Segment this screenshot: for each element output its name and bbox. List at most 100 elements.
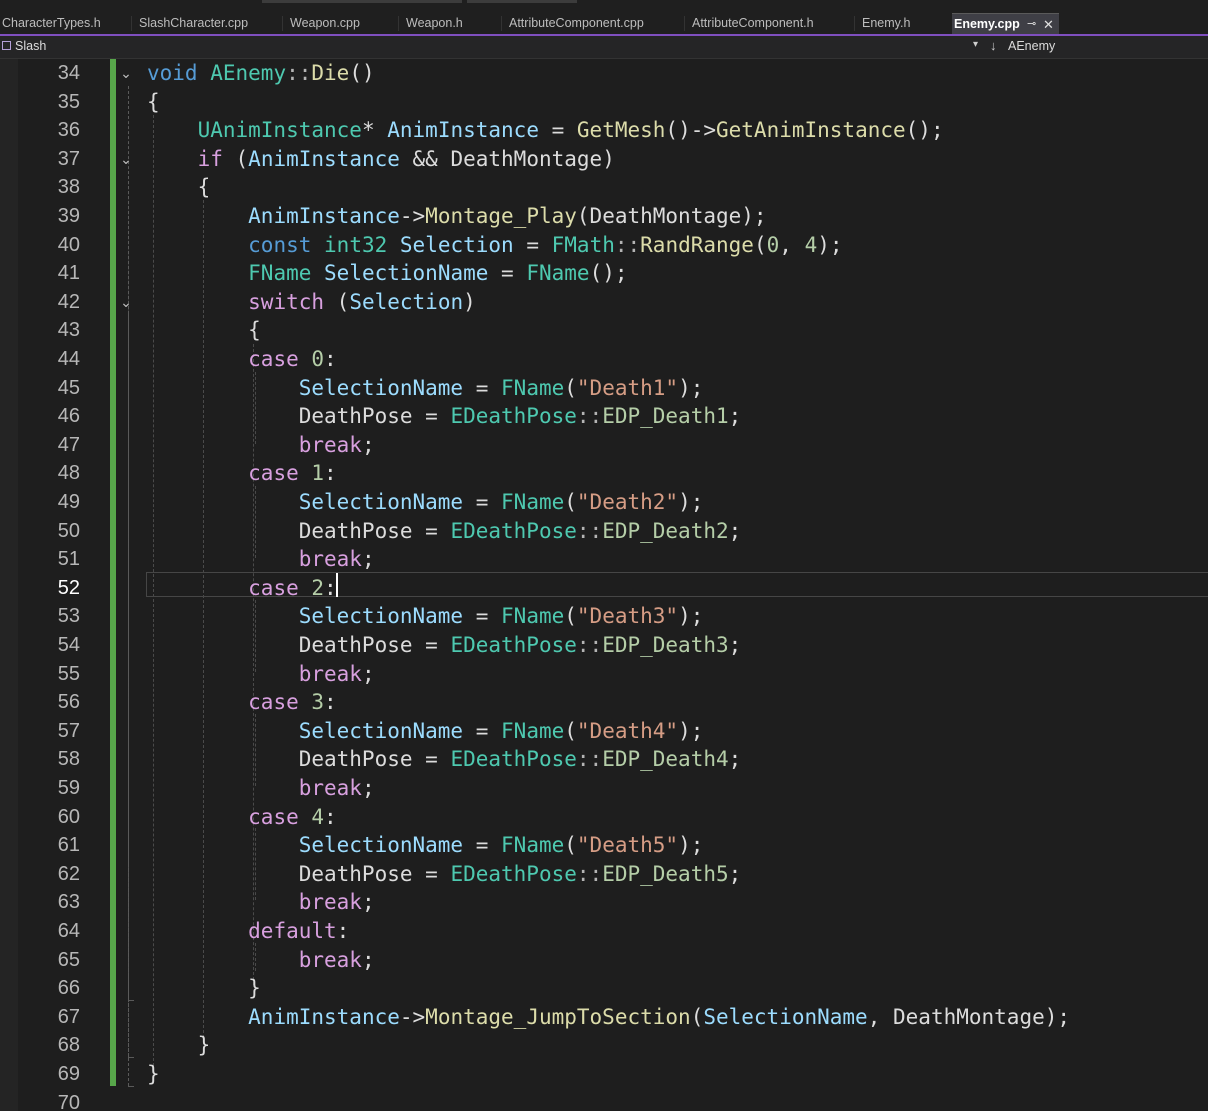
code-line[interactable]: 61 SelectionName = FName("Death5"); bbox=[0, 831, 1208, 860]
code-text: UAnimInstance* AnimInstance = GetMesh()-… bbox=[147, 116, 944, 145]
code-token: SelectionName bbox=[298, 375, 464, 400]
code-token: DeathMontage bbox=[589, 204, 742, 228]
code-token: = bbox=[488, 261, 527, 286]
line-number: 55 bbox=[57, 662, 80, 685]
code-token: = bbox=[412, 518, 451, 543]
code-line[interactable]: 49 SelectionName = FName("Death2"); bbox=[0, 488, 1208, 517]
code-token: EDeathPose bbox=[450, 404, 577, 429]
code-token: = bbox=[412, 861, 451, 886]
fold-chevron-icon[interactable]: ⌄ bbox=[119, 146, 133, 175]
code-line[interactable]: 63 break; bbox=[0, 888, 1208, 917]
code-token: DeathPose bbox=[298, 518, 413, 543]
line-number: 53 bbox=[57, 605, 80, 628]
code-line[interactable]: 60 case 4: bbox=[0, 803, 1208, 832]
tab-enemy-h[interactable]: Enemy.h bbox=[854, 13, 950, 34]
fold-chevron-icon[interactable]: ⌄ bbox=[119, 60, 133, 89]
code-line[interactable]: 36 UAnimInstance* AnimInstance = GetMesh… bbox=[0, 116, 1208, 145]
project-dropdown[interactable]: Slash bbox=[15, 39, 46, 53]
pin-icon[interactable]: ⊸ bbox=[1027, 14, 1036, 35]
code-line[interactable]: 35 { bbox=[0, 88, 1208, 117]
code-line[interactable]: 66 } bbox=[0, 974, 1208, 1003]
line-number: 35 bbox=[57, 90, 80, 113]
toolbar-edge bbox=[262, 0, 462, 3]
code-line[interactable]: 46 DeathPose = EDeathPose::EDP_Death1; bbox=[0, 402, 1208, 431]
line-number: 50 bbox=[57, 519, 80, 542]
code-line[interactable]: 65 break; bbox=[0, 946, 1208, 975]
code-line[interactable]: 37 ⌄ if (AnimInstance && DeathMontage) bbox=[0, 145, 1208, 174]
code-token: "Death5" bbox=[576, 833, 679, 858]
code-line[interactable]: 44 case 0: bbox=[0, 345, 1208, 374]
code-text: case 0: bbox=[147, 345, 337, 374]
code-line[interactable]: 40 const int32 Selection = FMath::RandRa… bbox=[0, 231, 1208, 260]
tab-slashcharacter-cpp[interactable]: SlashCharacter.cpp bbox=[131, 13, 282, 34]
code-line[interactable]: 41 FName SelectionName = FName(); bbox=[0, 259, 1208, 288]
code-token: ; bbox=[361, 432, 375, 457]
code-token: DeathPose bbox=[298, 747, 413, 772]
code-line[interactable]: 57 SelectionName = FName("Death4"); bbox=[0, 717, 1208, 746]
code-token: ; bbox=[361, 547, 375, 572]
code-token: { bbox=[147, 89, 160, 114]
code-line[interactable]: 55 break; bbox=[0, 660, 1208, 689]
code-token: = bbox=[513, 232, 552, 257]
member-dropdown[interactable]: AEnemy bbox=[1008, 39, 1055, 53]
tab-weapon-cpp[interactable]: Weapon.cpp bbox=[282, 13, 398, 34]
code-token: FName bbox=[248, 261, 312, 286]
code-token: ) bbox=[463, 289, 476, 314]
code-line[interactable]: 59 break; bbox=[0, 774, 1208, 803]
tab-charactertypes-h[interactable]: CharacterTypes.h bbox=[0, 13, 130, 34]
code-line[interactable]: 45 SelectionName = FName("Death1"); bbox=[0, 374, 1208, 403]
code-token: (); bbox=[589, 261, 628, 286]
code-token: = bbox=[463, 604, 502, 629]
code-editor[interactable]: 34 ⌄ void AEnemy::Die() 35{36 UAnimInstance… bbox=[0, 59, 1208, 1111]
code-text: case 1: bbox=[147, 459, 337, 488]
code-line[interactable]: 47 break; bbox=[0, 431, 1208, 460]
chevron-down-icon[interactable]: ▾ bbox=[973, 39, 978, 50]
line-number: 37 bbox=[57, 147, 80, 170]
code-token: { bbox=[147, 318, 261, 343]
code-line[interactable]: 38 { bbox=[0, 173, 1208, 202]
close-icon[interactable]: ✕ bbox=[1043, 14, 1054, 35]
tab-label: Weapon.cpp bbox=[290, 16, 360, 30]
tab-attributecomponent-h[interactable]: AttributeComponent.h bbox=[684, 13, 855, 34]
code-line[interactable]: 43 { bbox=[0, 316, 1208, 345]
code-line[interactable]: 34 ⌄ void AEnemy::Die() bbox=[0, 59, 1208, 88]
code-token: ; bbox=[361, 776, 375, 800]
code-token: FName bbox=[501, 718, 565, 743]
fold-chevron-icon[interactable]: ⌄ bbox=[119, 289, 133, 318]
code-text: SelectionName = FName("Death1"); bbox=[147, 374, 704, 403]
line-number: 38 bbox=[57, 176, 80, 199]
code-line[interactable]: 67 AnimInstance->Montage_JumpToSection(S… bbox=[0, 1003, 1208, 1032]
code-line[interactable]: 68 } bbox=[0, 1031, 1208, 1060]
code-line[interactable]: 48 case 1: bbox=[0, 459, 1208, 488]
code-line[interactable]: 39 AnimInstance->Montage_Play(DeathMonta… bbox=[0, 202, 1208, 231]
code-line[interactable]: 53 SelectionName = FName("Death3"); bbox=[0, 602, 1208, 631]
code-line[interactable]: 69} bbox=[0, 1060, 1208, 1089]
code-line[interactable]: 50 DeathPose = EDeathPose::EDP_Death2; bbox=[0, 517, 1208, 546]
code-token: :: bbox=[614, 232, 641, 257]
code-token: : bbox=[324, 461, 337, 486]
code-token: AEnemy bbox=[210, 61, 287, 85]
code-line[interactable]: 70 bbox=[0, 1089, 1208, 1111]
code-line[interactable]: 58 DeathPose = EDeathPose::EDP_Death4; bbox=[0, 745, 1208, 774]
code-token: :: bbox=[576, 633, 603, 657]
tab-separator bbox=[398, 16, 399, 31]
line-number: 68 bbox=[57, 1034, 80, 1057]
code-token: Montage_Play bbox=[425, 204, 577, 228]
code-line[interactable]: 52 case 2: bbox=[0, 574, 1208, 603]
line-number: 52 bbox=[57, 576, 80, 599]
line-number: 46 bbox=[57, 405, 80, 428]
code-line[interactable]: 56 case 3: bbox=[0, 688, 1208, 717]
line-number: 48 bbox=[57, 462, 80, 485]
code-line[interactable]: 62 DeathPose = EDeathPose::EDP_Death5; bbox=[0, 860, 1208, 889]
tab-weapon-h[interactable]: Weapon.h bbox=[398, 13, 502, 34]
code-token: break bbox=[298, 890, 362, 915]
code-text: AnimInstance->Montage_JumpToSection(Sele… bbox=[147, 1003, 1070, 1032]
code-line[interactable]: 64 default: bbox=[0, 917, 1208, 946]
code-line[interactable]: 51 break; bbox=[0, 545, 1208, 574]
code-line[interactable]: 42 ⌄ switch (Selection) bbox=[0, 288, 1208, 317]
tab-enemy-cpp[interactable]: Enemy.cpp ⊸ ✕ bbox=[952, 13, 1059, 34]
tab-attributecomponent-cpp[interactable]: AttributeComponent.cpp bbox=[501, 13, 685, 34]
code-line[interactable]: 54 DeathPose = EDeathPose::EDP_Death3; bbox=[0, 631, 1208, 660]
